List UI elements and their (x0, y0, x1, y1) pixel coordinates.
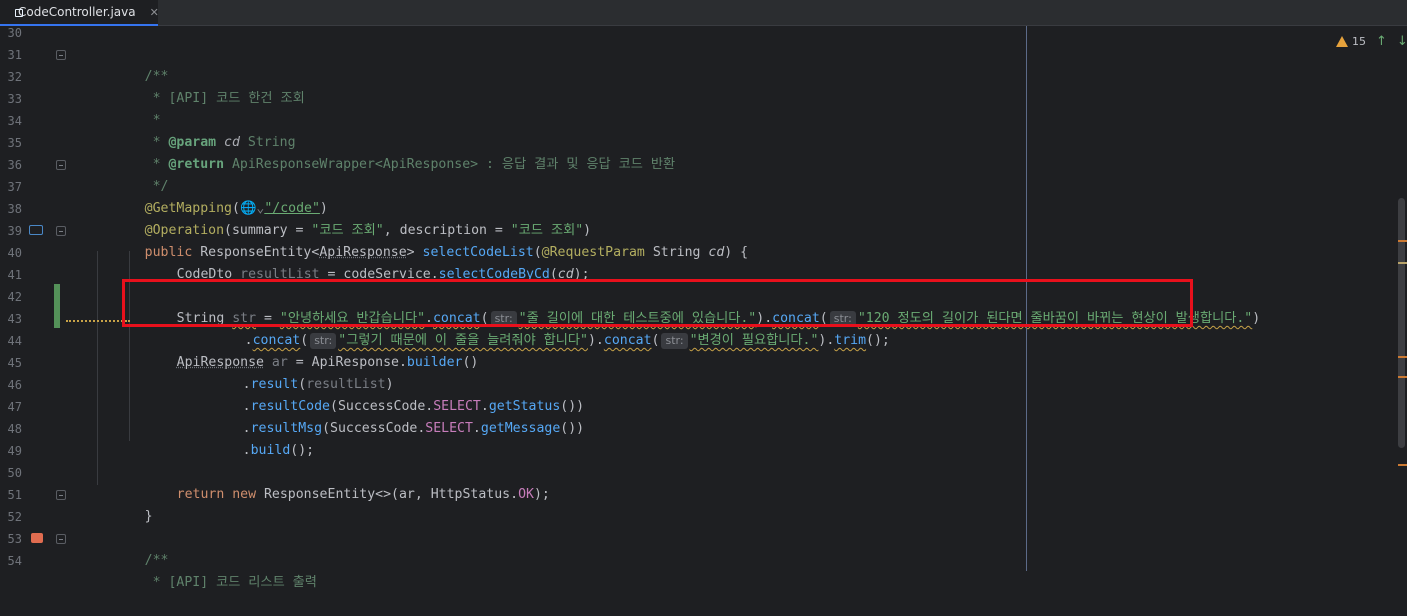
vcs-change-marker[interactable] (54, 284, 60, 328)
line-number: 44 (7, 334, 22, 348)
fold-toggle-icon[interactable] (56, 50, 66, 60)
line-number: 37 (7, 180, 22, 194)
code-line-37: @GetMapping(🌐⌄"/code") (144, 201, 328, 216)
line-number: 53 (7, 532, 22, 546)
error-stripe-mark[interactable] (1398, 376, 1407, 378)
error-stripe-mark[interactable] (1398, 356, 1407, 358)
code-line-35: * @return ApiResponseWrapper<ApiResponse… (144, 157, 676, 172)
code-editor[interactable]: 30 31 32 33 34 35 36 37 38 39 40 41 42 4… (0, 26, 1407, 590)
code-line-36: */ (144, 179, 169, 194)
fold-toggle-icon[interactable] (56, 490, 66, 500)
line-number: 35 (7, 136, 22, 150)
fold-toggle-icon[interactable] (56, 160, 66, 170)
warning-count: 15 (1352, 34, 1366, 48)
code-line-40: CodeDto resultList = codeService.selectC… (176, 267, 590, 282)
code-area[interactable]: /** * [API] 코드 한건 조회 * * @param cd Strin… (66, 26, 1407, 590)
code-line-47: .resultMsg(SuccessCode.SELECT.getMessage… (242, 421, 585, 436)
line-number: 54 (7, 554, 22, 568)
code-line-54: * [API] 코드 리스트 출력 (144, 575, 317, 590)
endpoint-gutter-icon[interactable] (29, 225, 43, 235)
error-stripe-mark[interactable] (1398, 240, 1407, 242)
error-stripe-mark[interactable] (1398, 262, 1407, 264)
code-line-50: return new ResponseEntity<>(ar, HttpStat… (176, 487, 550, 502)
code-line-48: .build(); (242, 443, 315, 458)
endpoint-gutter-icon[interactable] (31, 533, 43, 543)
wrap-warning-underline (66, 318, 130, 322)
tab-title: CodeController.java (18, 5, 136, 19)
code-line-51: } (144, 509, 153, 524)
code-line-46: .resultCode(SuccessCode.SELECT.getStatus… (242, 399, 585, 414)
line-number: 34 (7, 114, 22, 128)
warning-icon (1336, 35, 1348, 47)
line-number: 41 (7, 268, 22, 282)
editor-tab-bar: CodeController.java ✕ (0, 0, 1407, 26)
previous-highlight-icon[interactable]: ↑ (1376, 34, 1387, 49)
error-stripe-mark[interactable] (1398, 464, 1407, 466)
code-line-43: .concat(str: "그렇기 때문에 이 줄을 늘려줘야 합니다").con… (244, 333, 890, 349)
line-number: 52 (7, 510, 22, 524)
line-number: 30 (7, 26, 22, 40)
vertical-scrollbar[interactable] (1396, 26, 1407, 571)
close-icon[interactable]: ✕ (150, 6, 159, 19)
code-line-33: * (144, 113, 161, 128)
code-line-34: * @param cd String (144, 135, 296, 150)
fold-toggle-icon[interactable] (56, 226, 66, 236)
indent-guide (97, 251, 98, 485)
line-number: 47 (7, 400, 22, 414)
line-number: 31 (7, 48, 22, 62)
line-number: 39 (7, 224, 22, 238)
line-number: 51 (7, 488, 22, 502)
code-line-53: /** (144, 553, 169, 568)
line-number: 36 (7, 158, 22, 172)
code-line-45: .result(resultList) (242, 377, 394, 392)
line-number: 50 (7, 466, 22, 480)
line-number: 38 (7, 202, 22, 216)
line-number: 32 (7, 70, 22, 84)
line-number: 48 (7, 422, 22, 436)
code-line-38: @Operation(summary = "코드 조회", descriptio… (144, 223, 592, 238)
line-number: 42 (7, 290, 22, 304)
code-line-39: public ResponseEntity<ApiResponse> selec… (144, 245, 749, 260)
line-gutter: 30 31 32 33 34 35 36 37 38 39 40 41 42 4… (0, 26, 66, 571)
line-number: 33 (7, 92, 22, 106)
right-margin-guide (1026, 26, 1027, 571)
code-line-44: ApiResponse ar = ApiResponse.builder() (176, 355, 479, 370)
code-line-31: /** (144, 69, 169, 84)
code-line-32: * [API] 코드 한건 조회 (144, 91, 305, 106)
code-line-42: String str = "안녕하세요 반갑습니다".concat(str: "줄… (176, 311, 1261, 327)
line-number: 43 (7, 312, 22, 326)
line-number: 46 (7, 378, 22, 392)
parameter-hint: str: (661, 333, 688, 349)
line-number: 49 (7, 444, 22, 458)
tab-code-controller[interactable]: CodeController.java ✕ (0, 0, 159, 26)
scrollbar-thumb[interactable] (1398, 198, 1405, 448)
line-number: 45 (7, 356, 22, 370)
line-number: 40 (7, 246, 22, 260)
fold-toggle-icon[interactable] (56, 534, 66, 544)
